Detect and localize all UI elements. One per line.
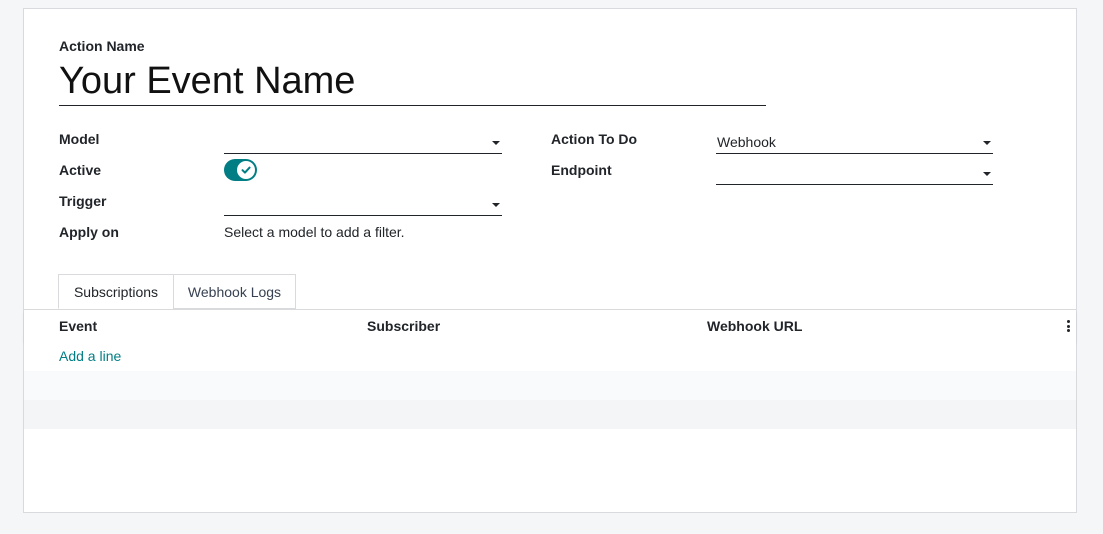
chevron-down-icon	[492, 203, 500, 207]
action-name-input[interactable]: Your Event Name	[59, 59, 766, 106]
trigger-label: Trigger	[59, 193, 107, 209]
tab-webhook-logs[interactable]: Webhook Logs	[173, 274, 296, 309]
model-select[interactable]	[224, 131, 502, 154]
chevron-down-icon	[983, 172, 991, 176]
column-header-subscriber[interactable]: Subscriber	[367, 318, 440, 334]
check-icon	[241, 166, 251, 174]
chevron-down-icon	[492, 141, 500, 145]
action-name-label: Action Name	[59, 38, 145, 54]
action-to-do-select[interactable]: Webhook	[716, 131, 993, 154]
table-row	[24, 371, 1076, 400]
form-sheet: Action Name Your Event Name Model Active…	[23, 8, 1077, 513]
endpoint-label: Endpoint	[551, 162, 612, 178]
action-to-do-label: Action To Do	[551, 131, 638, 147]
table-header: Event Subscriber Webhook URL	[24, 310, 1076, 342]
toggle-knob	[237, 161, 255, 179]
active-label: Active	[59, 162, 102, 178]
trigger-select[interactable]	[224, 193, 502, 216]
table-row	[24, 342, 1076, 371]
action-to-do-value: Webhook	[717, 134, 776, 150]
chevron-down-icon	[983, 141, 991, 145]
column-header-webhook-url[interactable]: Webhook URL	[707, 318, 802, 334]
apply-on-label: Apply on	[59, 224, 119, 240]
table-row	[24, 400, 1076, 429]
endpoint-select[interactable]	[716, 162, 993, 185]
optional-columns-kebab-icon[interactable]	[1067, 320, 1070, 332]
active-toggle[interactable]	[224, 159, 257, 181]
add-line-link[interactable]: Add a line	[59, 348, 121, 364]
apply-on-hint: Select a model to add a filter.	[224, 224, 405, 240]
tab-subscriptions[interactable]: Subscriptions	[58, 274, 174, 309]
column-header-event[interactable]: Event	[59, 318, 97, 334]
model-label: Model	[59, 131, 100, 147]
